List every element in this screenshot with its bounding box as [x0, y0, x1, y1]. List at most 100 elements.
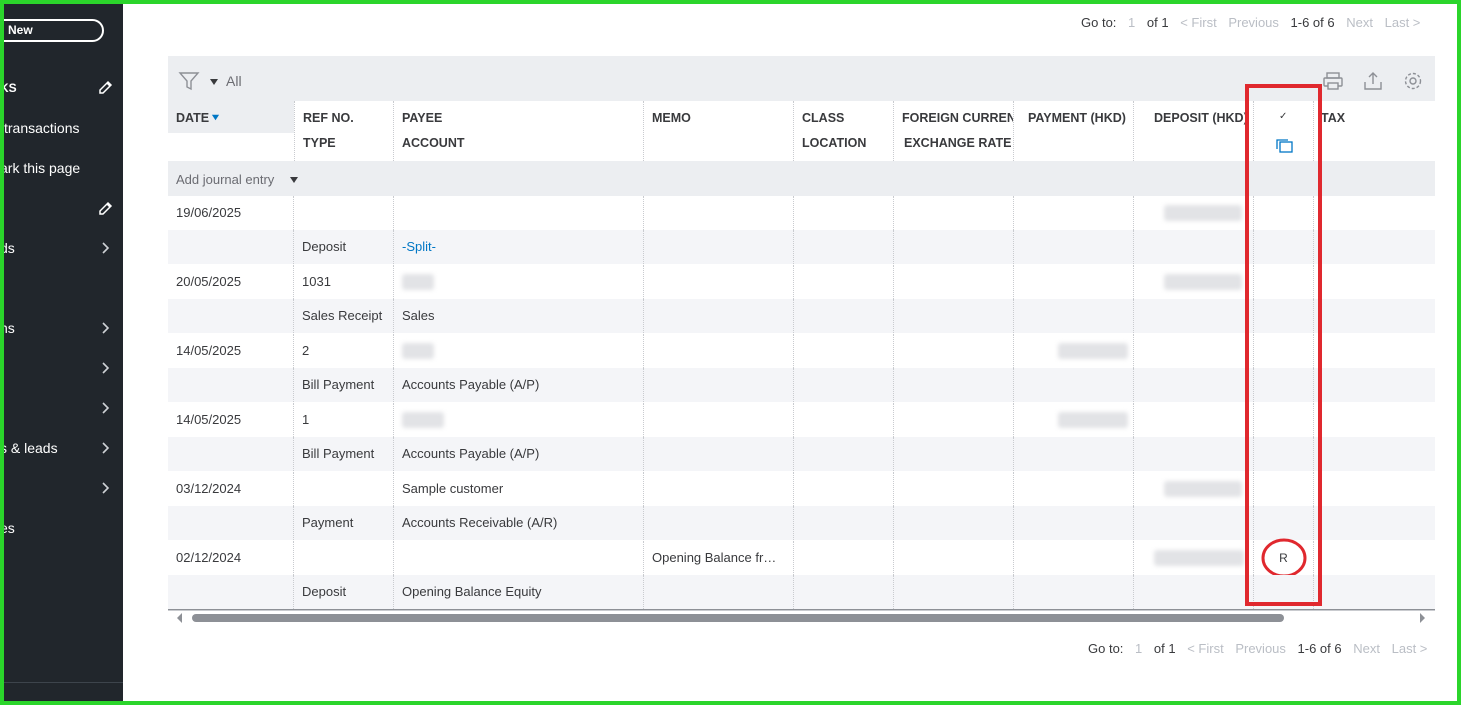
- cell-empty[interactable]: [1314, 368, 1435, 402]
- cell-empty[interactable]: [1314, 437, 1435, 471]
- cell-empty[interactable]: [168, 299, 294, 333]
- cell-currency[interactable]: [894, 403, 1014, 437]
- cell-check[interactable]: [1254, 472, 1314, 506]
- cell-empty[interactable]: [794, 575, 894, 609]
- cell-account[interactable]: Accounts Receivable (A/R): [394, 506, 644, 540]
- last-page-link[interactable]: Last >: [1392, 641, 1428, 656]
- cell-payment[interactable]: [1014, 541, 1134, 575]
- sort-desc-icon[interactable]: [211, 113, 220, 122]
- add-journal-entry-row[interactable]: Add journal entry: [168, 161, 1435, 196]
- column-class-location[interactable]: CLASS LOCATION: [794, 101, 894, 161]
- cell-account[interactable]: Sales: [394, 299, 644, 333]
- cell-ref[interactable]: 1: [294, 403, 394, 437]
- table-row-secondary[interactable]: Sales Receipt Sales: [168, 299, 1435, 333]
- cell-check[interactable]: [1254, 403, 1314, 437]
- cell-empty[interactable]: [894, 230, 1014, 264]
- cell-date[interactable]: 20/05/2025: [168, 265, 294, 299]
- cell-tax[interactable]: [1314, 541, 1435, 575]
- cell-ref[interactable]: [294, 196, 394, 230]
- table-row[interactable]: 03/12/2024 Sample customer Payment Accounts…: [168, 472, 1435, 542]
- table-row-secondary[interactable]: Bill Payment Accounts Payable (A/P): [168, 437, 1435, 471]
- cell-empty[interactable]: [168, 575, 294, 609]
- cell-deposit[interactable]: [1134, 196, 1254, 230]
- cell-account[interactable]: Accounts Payable (A/P): [394, 437, 644, 471]
- cell-check[interactable]: [1254, 196, 1314, 230]
- table-row[interactable]: 02/12/2024 Opening Balance fr… R Deposit Ope…: [168, 538, 1435, 611]
- table-row[interactable]: 14/05/2025 1 Bill Payment Accounts Payable …: [168, 403, 1435, 473]
- cell-payee[interactable]: [394, 196, 644, 230]
- cell-empty[interactable]: [794, 506, 894, 540]
- cell-empty[interactable]: [644, 575, 794, 609]
- cell-date[interactable]: 14/05/2025: [168, 334, 294, 368]
- filter-icon[interactable]: [178, 70, 200, 92]
- cell-date[interactable]: 03/12/2024: [168, 472, 294, 506]
- sidebar-item-bookmarks[interactable]: KS: [0, 78, 123, 98]
- sidebar-item-menu-5[interactable]: es: [0, 518, 123, 538]
- cell-empty[interactable]: [1134, 299, 1254, 333]
- cell-empty[interactable]: [1254, 437, 1314, 471]
- cell-class[interactable]: [794, 472, 894, 506]
- cell-empty[interactable]: [644, 368, 794, 402]
- caret-down-icon[interactable]: [209, 77, 219, 87]
- cell-tax[interactable]: [1314, 403, 1435, 437]
- copy-icon[interactable]: [1274, 138, 1294, 154]
- table-row-primary[interactable]: 14/05/2025 1: [168, 403, 1435, 437]
- column-reconcile[interactable]: ✓: [1254, 101, 1314, 161]
- previous-page-link[interactable]: Previous: [1235, 641, 1286, 656]
- cell-empty[interactable]: [1134, 230, 1254, 264]
- print-icon[interactable]: [1322, 70, 1344, 92]
- cell-empty[interactable]: [894, 575, 1014, 609]
- sidebar-item-menu-2[interactable]: [0, 358, 123, 378]
- cell-empty[interactable]: [794, 437, 894, 471]
- cell-empty[interactable]: [1254, 230, 1314, 264]
- cell-empty[interactable]: [1134, 368, 1254, 402]
- cell-payment[interactable]: [1014, 196, 1134, 230]
- cell-payment[interactable]: [1014, 265, 1134, 299]
- cell-payment[interactable]: [1014, 472, 1134, 506]
- cell-empty[interactable]: [894, 437, 1014, 471]
- cell-empty[interactable]: [1014, 299, 1134, 333]
- cell-empty[interactable]: [1314, 230, 1435, 264]
- column-payee-account[interactable]: PAYEE ACCOUNT: [394, 101, 644, 161]
- cell-empty[interactable]: [1314, 575, 1435, 609]
- cell-deposit[interactable]: [1134, 265, 1254, 299]
- cell-deposit[interactable]: [1134, 541, 1254, 575]
- cell-type[interactable]: Payment: [294, 506, 394, 540]
- cell-empty[interactable]: [1014, 506, 1134, 540]
- cell-date[interactable]: 02/12/2024: [168, 541, 294, 575]
- export-icon[interactable]: [1362, 70, 1384, 92]
- table-row[interactable]: 19/06/2025 Deposit -Split-: [168, 196, 1435, 266]
- cell-payment[interactable]: [1014, 403, 1134, 437]
- cell-empty[interactable]: [1014, 437, 1134, 471]
- cell-empty[interactable]: [168, 437, 294, 471]
- cell-payee[interactable]: [394, 541, 644, 575]
- scroll-left-icon[interactable]: [174, 611, 184, 625]
- table-row-primary[interactable]: 14/05/2025 2: [168, 334, 1435, 368]
- cell-ref[interactable]: [294, 472, 394, 506]
- cell-empty[interactable]: [794, 299, 894, 333]
- cell-empty[interactable]: [894, 368, 1014, 402]
- cell-payee[interactable]: [394, 334, 644, 368]
- column-date[interactable]: DATE: [168, 101, 294, 133]
- column-payment[interactable]: PAYMENT (HKD): [1014, 101, 1134, 161]
- cell-class[interactable]: [794, 403, 894, 437]
- page-input[interactable]: 1: [1135, 641, 1142, 656]
- sidebar-item-transactions-menu[interactable]: ns: [0, 318, 123, 338]
- cell-type[interactable]: Sales Receipt: [294, 299, 394, 333]
- cell-memo[interactable]: [644, 472, 794, 506]
- sidebar-item-menu-4[interactable]: [0, 478, 123, 498]
- table-row-secondary[interactable]: Bill Payment Accounts Payable (A/P): [168, 368, 1435, 402]
- last-page-link[interactable]: Last >: [1385, 15, 1421, 30]
- first-page-link[interactable]: < First: [1187, 641, 1223, 656]
- next-page-link[interactable]: Next: [1346, 15, 1373, 30]
- cell-empty[interactable]: [1314, 506, 1435, 540]
- cell-currency[interactable]: [894, 334, 1014, 368]
- table-row-secondary[interactable]: Deposit Opening Balance Equity: [168, 575, 1435, 609]
- cell-class[interactable]: [794, 334, 894, 368]
- cell-check[interactable]: [1254, 265, 1314, 299]
- cell-empty[interactable]: [644, 230, 794, 264]
- cell-empty[interactable]: [1134, 575, 1254, 609]
- cell-check[interactable]: R: [1254, 538, 1314, 578]
- table-row[interactable]: 14/05/2025 2 Bill Payment Accounts Payable …: [168, 334, 1435, 404]
- cell-empty[interactable]: [1254, 368, 1314, 402]
